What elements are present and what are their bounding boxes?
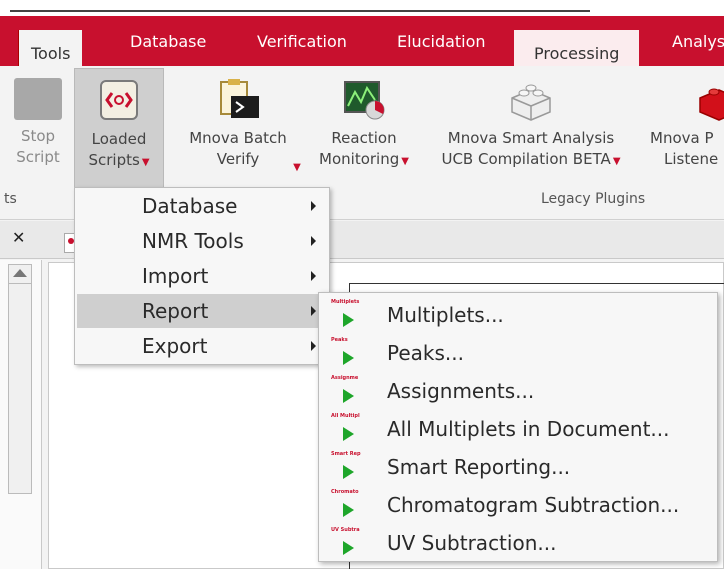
icon-caption: Peaks [331, 337, 348, 343]
stop-script-button[interactable]: Stop Script [10, 78, 66, 186]
vertical-scrollbar[interactable] [8, 264, 32, 494]
icon-caption: Multiplets [331, 299, 360, 305]
reaction-monitoring-label-2: Monitoring [319, 150, 400, 168]
smart-analysis-label-1: Mnova Smart Analysis [447, 129, 615, 147]
plugin-brick-icon [511, 84, 551, 121]
icon-caption: Smart Rep [331, 451, 361, 457]
ribbon-tab-bar: Tools Database Verification Elucidation … [0, 16, 724, 66]
menu-item-label: Export [142, 334, 208, 358]
submenu-item-label: Multiplets... [387, 303, 504, 327]
dropdown-arrow-icon: ▼ [612, 156, 621, 167]
stop-script-label-2: Script [16, 148, 60, 166]
title-strip [0, 0, 724, 16]
mnova-plugin-listener-button[interactable]: Mnova P Listene [646, 78, 724, 186]
script-run-icon: Chromato [329, 488, 359, 522]
submenu-item-label: UV Subtraction... [387, 531, 557, 555]
stop-icon [14, 78, 62, 120]
tab-tools[interactable]: Tools [18, 30, 83, 66]
batch-verify-label-2: Verify [216, 150, 260, 168]
mnova-batch-verify-button[interactable]: Mnova Batch Verify [178, 78, 298, 186]
batch-verify-dropdown[interactable]: ▼ [288, 155, 304, 178]
submenu-item-label: Assignments... [387, 379, 535, 403]
close-icon[interactable]: ✕ [12, 228, 25, 247]
submenu-item-all-multiplets[interactable]: All Multipl All Multiplets in Document..… [321, 410, 715, 448]
icon-caption: Chromato [331, 489, 359, 495]
submenu-item-chromatogram-subtraction[interactable]: Chromato Chromatogram Subtraction... [321, 486, 715, 524]
batch-verify-label-1: Mnova Batch [189, 129, 287, 147]
play-icon [343, 313, 354, 327]
submenu-arrow-icon [311, 341, 316, 351]
title-strip-line [10, 10, 590, 12]
plugin-red-brick-icon [699, 88, 724, 121]
play-icon [343, 389, 354, 403]
script-run-icon: UV Subtra [329, 526, 360, 560]
script-run-icon: Smart Rep [329, 450, 361, 484]
icon-caption: UV Subtra [331, 527, 360, 533]
menu-item-label: Database [142, 194, 238, 218]
smart-analysis-label-2: UCB Compilation BETA [441, 150, 611, 168]
menu-item-import[interactable]: Import [77, 259, 327, 293]
submenu-item-label: Peaks... [387, 341, 464, 365]
icon-caption: All Multipl [331, 413, 360, 419]
tab-database[interactable]: Database [130, 32, 206, 51]
mnova-p-label-1: Mnova P [650, 129, 714, 147]
submenu-arrow-icon [311, 201, 316, 211]
submenu-item-multiplets[interactable]: Multiplets Multiplets... [321, 296, 715, 334]
reaction-monitoring-label-1: Reaction [331, 129, 397, 147]
reaction-monitoring-button[interactable]: Reaction Monitoring ▼ [312, 78, 416, 186]
tab-elucidation[interactable]: Elucidation [397, 32, 486, 51]
report-submenu: Multiplets Multiplets... Peaks Peaks... … [318, 292, 718, 562]
submenu-arrow-icon [311, 236, 316, 246]
submenu-item-uv-subtraction[interactable]: UV Subtra UV Subtraction... [321, 524, 715, 562]
script-scroll-icon [100, 80, 138, 120]
play-icon [343, 503, 354, 517]
loaded-scripts-button[interactable]: Loaded Scripts ▼ [74, 68, 164, 190]
submenu-item-label: All Multiplets in Document... [387, 417, 670, 441]
dropdown-arrow-icon: ▼ [293, 162, 301, 173]
menu-item-label: Import [142, 264, 209, 288]
play-icon [343, 541, 354, 555]
icon-caption: Assignme [331, 375, 359, 381]
mnova-p-label-2: Listene [664, 150, 719, 168]
dropdown-arrow-icon: ▼ [401, 156, 409, 167]
dropdown-arrow-icon: ▼ [141, 157, 150, 168]
reaction-monitoring-icon [344, 81, 385, 120]
submenu-item-peaks[interactable]: Peaks Peaks... [321, 334, 715, 372]
loaded-scripts-menu: Database NMR Tools Import Report Export [74, 187, 330, 365]
menu-item-label: Report [142, 299, 209, 323]
submenu-item-label: Chromatogram Subtraction... [387, 493, 680, 517]
loaded-scripts-label-1: Loaded [91, 130, 147, 148]
batch-verify-icon [220, 79, 259, 118]
script-run-icon: Assignme [329, 374, 359, 408]
submenu-item-assignments[interactable]: Assignme Assignments... [321, 372, 715, 410]
mnova-smart-analysis-button[interactable]: Mnova Smart Analysis UCB Compilation BET… [430, 78, 632, 186]
group-label-legacy-plugins: Legacy Plugins [541, 191, 646, 207]
tab-analysis[interactable]: Analys [672, 32, 724, 51]
stop-script-label-1: Stop [20, 127, 56, 145]
submenu-item-label: Smart Reporting... [387, 455, 571, 479]
loaded-scripts-label-2: Scripts [88, 151, 140, 169]
menu-item-export[interactable]: Export [77, 329, 327, 363]
menu-item-label: NMR Tools [142, 229, 244, 253]
tab-verification[interactable]: Verification [257, 32, 347, 51]
scrollbar-divider [9, 283, 31, 284]
menu-item-database[interactable]: Database [77, 189, 327, 223]
group-label-scripts: ts [4, 191, 17, 207]
tab-processing[interactable]: Processing [514, 30, 640, 66]
play-icon [343, 465, 354, 479]
script-run-icon: All Multipl [329, 412, 360, 446]
script-run-icon: Multiplets [329, 298, 360, 332]
menu-item-report[interactable]: Report [77, 294, 327, 328]
scroll-up-arrow-icon[interactable] [13, 269, 27, 277]
submenu-arrow-icon [311, 306, 316, 316]
play-icon [343, 351, 354, 365]
menu-item-nmr-tools[interactable]: NMR Tools [77, 224, 327, 258]
submenu-arrow-icon [311, 271, 316, 281]
submenu-item-smart-reporting[interactable]: Smart Rep Smart Reporting... [321, 448, 715, 486]
play-icon [343, 427, 354, 441]
script-run-icon: Peaks [329, 336, 357, 370]
